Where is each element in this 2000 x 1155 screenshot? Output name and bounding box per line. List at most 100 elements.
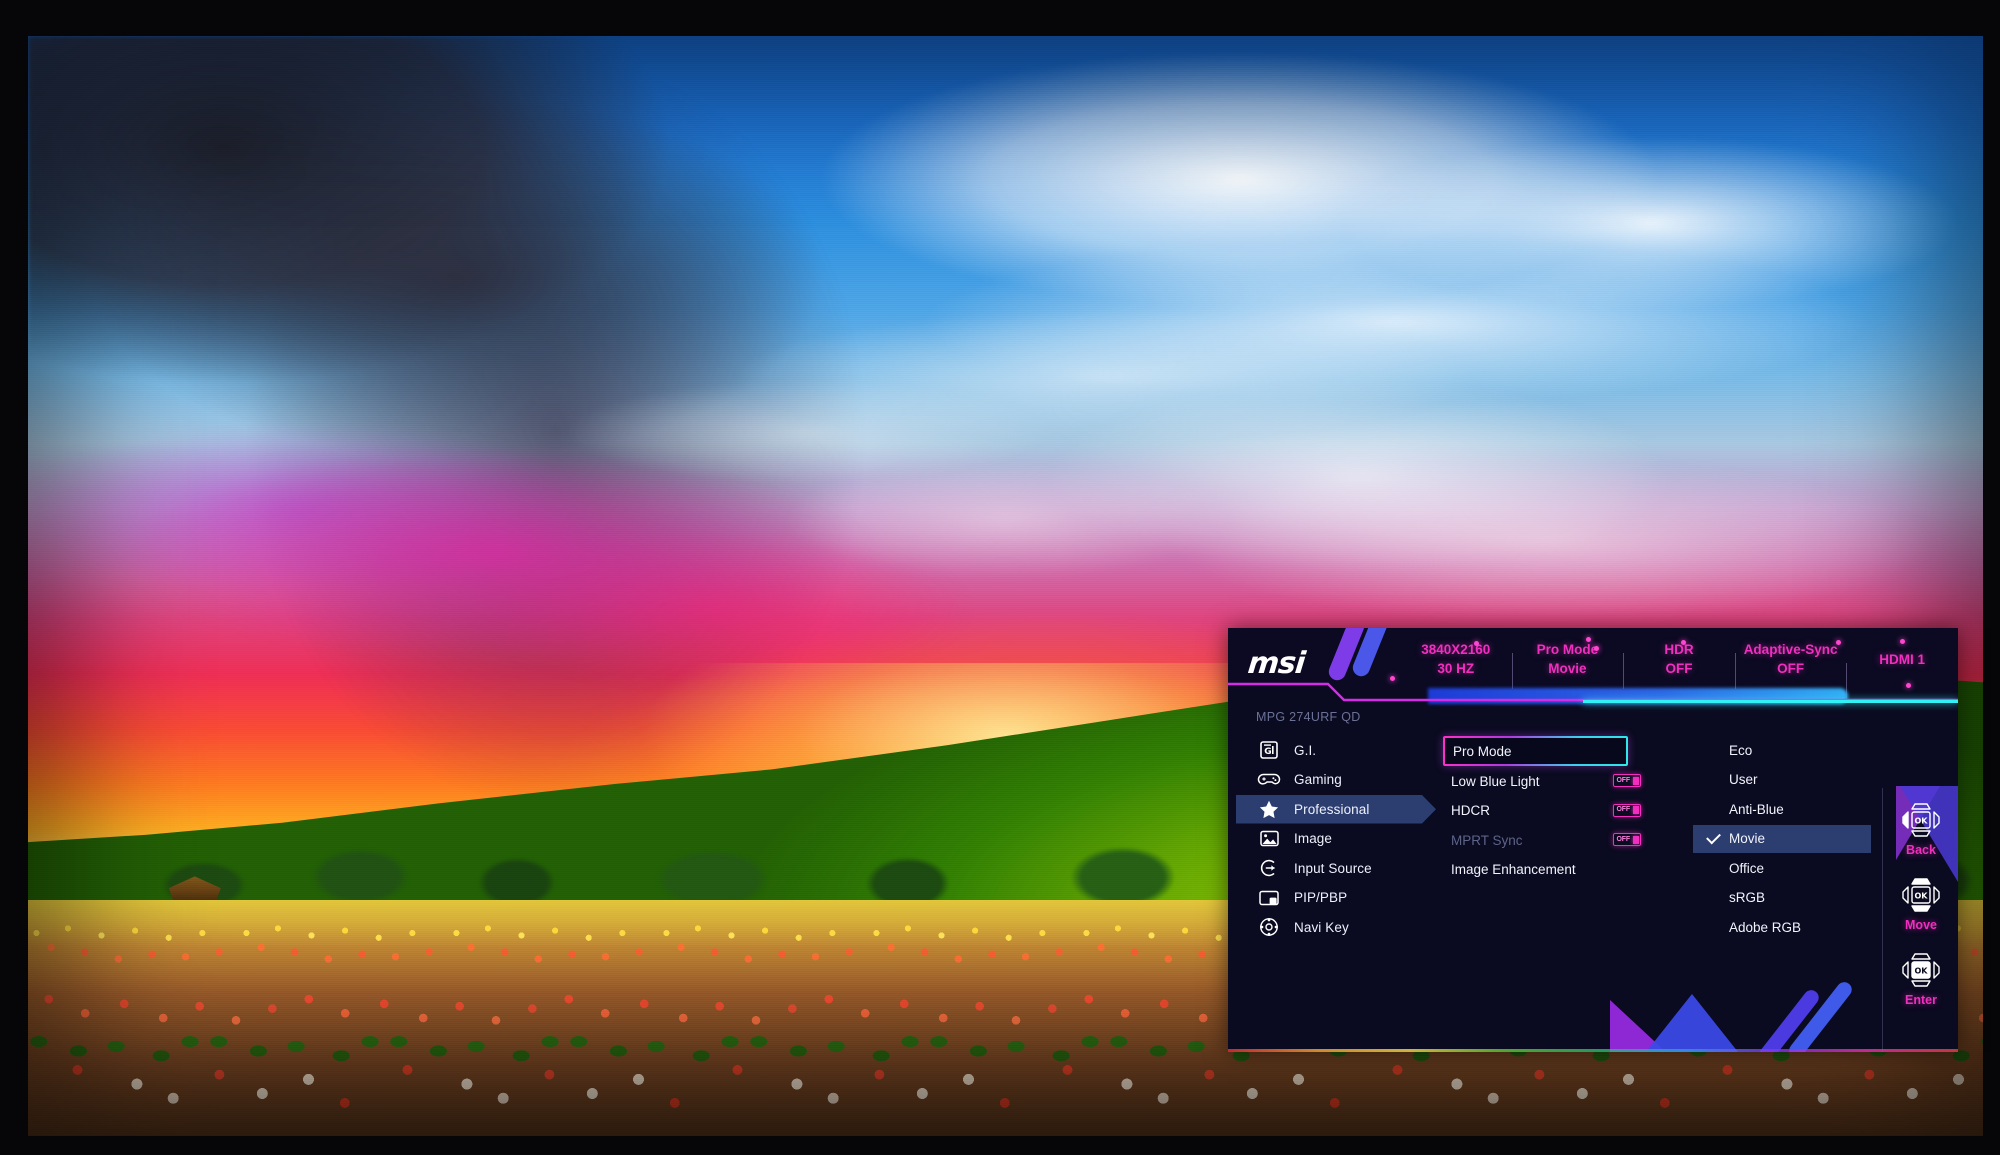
status-input-source: HDMI 1 bbox=[1846, 650, 1958, 699]
option-srgb[interactable]: sRGB bbox=[1693, 884, 1878, 913]
status-hdr: HDR OFF bbox=[1623, 640, 1735, 689]
toggle-knob bbox=[1632, 806, 1639, 814]
osd-submenu: Pro Mode Low Blue Light OFF HDCR OFF MPR… bbox=[1443, 736, 1693, 885]
status-refresh-rate: 30 HZ bbox=[1437, 661, 1475, 676]
submenu-item-low-blue-light[interactable]: Low Blue Light OFF bbox=[1443, 767, 1693, 796]
option-anti-blue[interactable]: Anti-Blue bbox=[1693, 795, 1878, 824]
option-office[interactable]: Office bbox=[1693, 854, 1878, 883]
navi-move-icon: OK bbox=[1884, 873, 1958, 917]
submenu-item-mprt-sync-label: MPRT Sync bbox=[1451, 832, 1523, 848]
sidebar-item-professional-label: Professional bbox=[1294, 801, 1370, 817]
option-anti-blue-label: Anti-Blue bbox=[1729, 801, 1784, 817]
submenu-item-image-enhancement-label: Image Enhancement bbox=[1451, 862, 1576, 878]
sidebar-item-input-source-label: Input Source bbox=[1294, 860, 1372, 876]
mprt-sync-toggle-label: OFF bbox=[1616, 835, 1631, 843]
status-hdr-value: OFF bbox=[1665, 661, 1693, 676]
low-blue-light-toggle-label: OFF bbox=[1616, 776, 1631, 784]
nav-enter-label: Enter bbox=[1905, 993, 1937, 1007]
header-dot-3 bbox=[1594, 646, 1599, 651]
svg-text:OK: OK bbox=[1915, 892, 1929, 901]
status-adaptive-sync-value: OFF bbox=[1777, 661, 1805, 676]
nav-move-label: Move bbox=[1905, 918, 1937, 932]
submenu-item-image-enhancement[interactable]: Image Enhancement bbox=[1443, 856, 1693, 885]
toggle-knob bbox=[1632, 776, 1639, 785]
submenu-item-mprt-sync: MPRT Sync OFF bbox=[1443, 826, 1693, 855]
osd-body: MPG 274URF QD G G.I. Gaming Professional… bbox=[1228, 706, 1958, 1052]
deco-triangle-bottom-magenta bbox=[1610, 1000, 1666, 1052]
osd-nav-rail: OK Back OK Move OK Enter bbox=[1884, 798, 1958, 1023]
nav-back[interactable]: OK Back bbox=[1884, 798, 1958, 857]
status-picture-mode-title: Pro Mode bbox=[1536, 642, 1599, 657]
status-input-source-value: HDMI 1 bbox=[1879, 651, 1926, 667]
option-adobe-rgb[interactable]: Adobe RGB bbox=[1693, 913, 1878, 942]
deco-bar-violet bbox=[1753, 987, 1822, 1052]
monitor-model-label: MPG 274URF QD bbox=[1256, 710, 1361, 724]
header-cyan-line bbox=[1583, 700, 1958, 703]
low-blue-light-toggle[interactable]: OFF bbox=[1613, 774, 1641, 787]
sidebar-item-gi[interactable]: G G.I. bbox=[1228, 736, 1443, 765]
osd-options-list: Eco User Anti-Blue Movie Office sRGB Ado… bbox=[1693, 736, 1878, 943]
option-movie-label: Movie bbox=[1729, 831, 1766, 847]
header-dot-2 bbox=[1586, 637, 1591, 642]
sidebar-item-image-label: Image bbox=[1294, 831, 1333, 847]
navi-back-icon: OK bbox=[1884, 798, 1958, 842]
gi-icon: G bbox=[1256, 739, 1282, 761]
sidebar-item-pip-pbp-label: PIP/PBP bbox=[1294, 890, 1348, 906]
sidebar-item-gaming-label: Gaming bbox=[1294, 772, 1342, 788]
nav-move[interactable]: OK Move bbox=[1884, 873, 1958, 932]
nav-back-label: Back bbox=[1906, 843, 1936, 857]
toggle-knob bbox=[1632, 835, 1639, 844]
option-movie[interactable]: Movie bbox=[1693, 824, 1871, 853]
status-hdr-title: HDR bbox=[1664, 642, 1694, 657]
sidebar-item-gaming[interactable]: Gaming bbox=[1228, 766, 1443, 795]
option-srgb-label: sRGB bbox=[1729, 890, 1766, 906]
option-user[interactable]: User bbox=[1693, 766, 1878, 795]
osd-bottom-edge bbox=[1228, 1049, 1958, 1052]
header-dot-4 bbox=[1681, 640, 1686, 645]
option-eco[interactable]: Eco bbox=[1693, 736, 1878, 765]
hdcr-toggle[interactable]: OFF bbox=[1613, 803, 1641, 817]
monitor-screenshot: msi 3840X2160 30 HZ Pro Mode Movie HDR O… bbox=[0, 0, 2000, 1155]
svg-text:G: G bbox=[1264, 747, 1271, 757]
navi-key-icon bbox=[1256, 916, 1282, 938]
navi-enter-icon: OK bbox=[1884, 948, 1958, 992]
sidebar-item-input-source[interactable]: Input Source bbox=[1228, 854, 1443, 883]
sidebar-item-pip-pbp[interactable]: PIP/PBP bbox=[1228, 884, 1443, 913]
status-resolution: 3840X2160 30 HZ bbox=[1400, 640, 1512, 678]
submenu-item-hdcr-label: HDCR bbox=[1451, 803, 1490, 819]
pip-icon bbox=[1256, 887, 1282, 909]
sidebar-item-navi-key[interactable]: Navi Key bbox=[1228, 913, 1443, 942]
deco-bar-indigo bbox=[1786, 979, 1855, 1052]
svg-text:OK: OK bbox=[1915, 967, 1929, 976]
sidebar-item-navi-key-label: Navi Key bbox=[1294, 919, 1349, 935]
deco-triangle-bottom-blue bbox=[1646, 994, 1738, 1052]
gamepad-icon bbox=[1256, 769, 1282, 791]
input-arrow-icon bbox=[1256, 857, 1282, 879]
picture-icon bbox=[1256, 828, 1282, 850]
submenu-item-hdcr[interactable]: HDCR OFF bbox=[1443, 797, 1693, 826]
submenu-item-pro-mode[interactable]: Pro Mode bbox=[1443, 736, 1628, 766]
header-dot-1 bbox=[1474, 641, 1479, 646]
mprt-sync-toggle: OFF bbox=[1613, 833, 1641, 846]
status-adaptive-sync: Adaptive-Sync OFF bbox=[1734, 640, 1847, 689]
sidebar-item-gi-label: G.I. bbox=[1294, 742, 1317, 758]
nav-enter[interactable]: OK Enter bbox=[1884, 948, 1958, 1007]
nav-rail-separator bbox=[1882, 788, 1883, 1052]
status-resolution-value: 3840X2160 bbox=[1421, 642, 1491, 657]
option-eco-label: Eco bbox=[1729, 742, 1753, 758]
check-icon bbox=[1706, 829, 1721, 844]
star-icon bbox=[1256, 798, 1282, 820]
status-picture-mode-value: Movie bbox=[1548, 661, 1587, 676]
option-adobe-rgb-label: Adobe RGB bbox=[1729, 919, 1802, 935]
sidebar-item-image[interactable]: Image bbox=[1228, 825, 1443, 854]
header-dot-6 bbox=[1900, 639, 1905, 644]
header-dot-5 bbox=[1836, 640, 1841, 645]
option-user-label: User bbox=[1729, 772, 1758, 788]
option-office-label: Office bbox=[1729, 860, 1765, 876]
osd-main-menu: G G.I. Gaming Professional Image Input S… bbox=[1228, 736, 1443, 943]
hdcr-toggle-label: OFF bbox=[1616, 806, 1631, 813]
msi-wordmark: msi bbox=[1246, 646, 1307, 681]
sidebar-item-professional[interactable]: Professional bbox=[1228, 795, 1443, 824]
submenu-item-pro-mode-label: Pro Mode bbox=[1453, 743, 1512, 759]
status-picture-mode: Pro Mode Movie bbox=[1511, 640, 1624, 689]
